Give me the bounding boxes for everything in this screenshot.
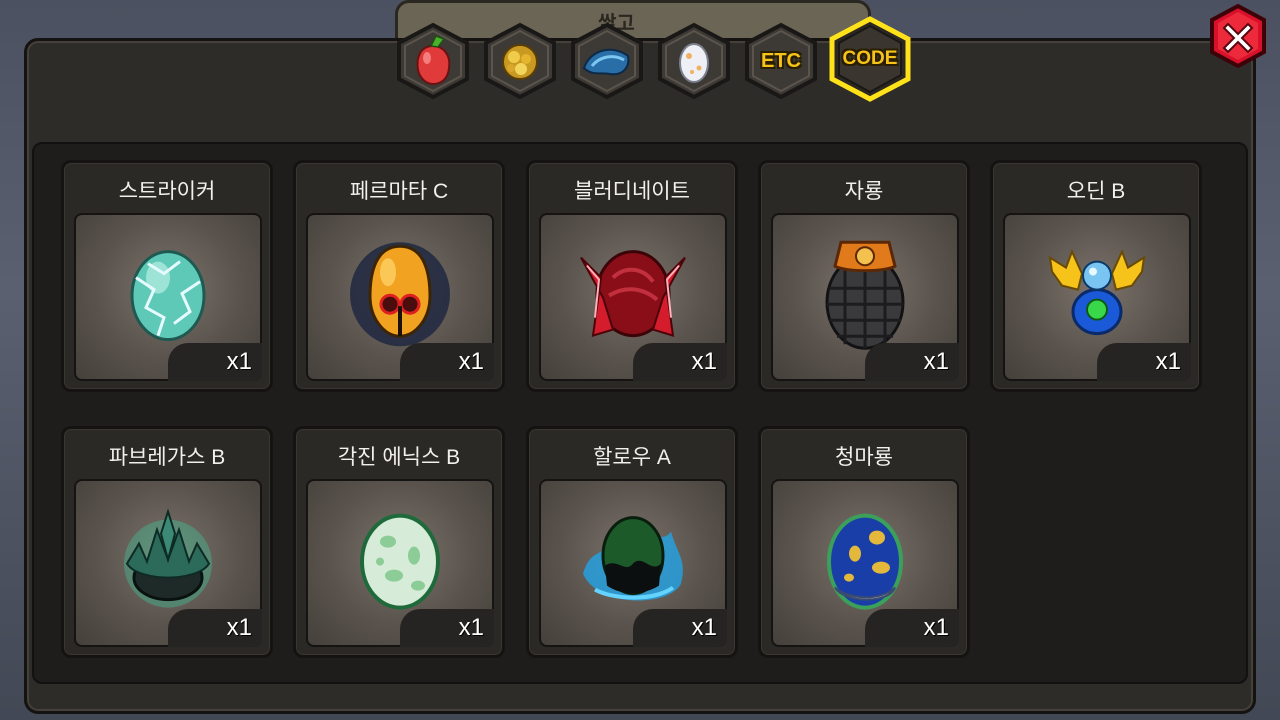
- item-quantity: x1: [226, 614, 252, 641]
- item-name: 각진 에닉스 B: [337, 446, 461, 469]
- close-button[interactable]: [1206, 3, 1270, 69]
- item-card[interactable]: 각진 에닉스 B x1: [293, 426, 505, 658]
- item-quantity: x1: [923, 348, 949, 375]
- item-card[interactable]: 청마룡 x1: [758, 426, 970, 658]
- ice-egg-icon: [130, 250, 206, 342]
- item-card[interactable]: 할로우 A x1: [526, 426, 738, 658]
- item-quantity: x1: [458, 348, 484, 375]
- category-tabs: ETC CODE: [394, 10, 914, 102]
- tab-code-label: CODE: [842, 48, 898, 69]
- item-name: 스트라이커: [118, 180, 216, 203]
- tab-etc[interactable]: ETC: [742, 22, 820, 100]
- item-card[interactable]: 블러디네이트 x1: [526, 160, 738, 392]
- item-quantity: x1: [226, 348, 252, 375]
- tab-fruit[interactable]: [394, 22, 472, 100]
- spotted-green-egg-icon: [360, 513, 440, 610]
- tab-ore[interactable]: [481, 22, 559, 100]
- item-card[interactable]: 자룡 x1: [758, 160, 970, 392]
- item-name: 오딘 B: [1066, 180, 1126, 203]
- item-name: 페르마타 C: [349, 180, 449, 203]
- close-icon: [1210, 3, 1266, 69]
- quantity-badge: x1: [400, 609, 494, 647]
- tab-code[interactable]: CODE: [827, 16, 913, 102]
- quantity-badge: x1: [400, 343, 494, 381]
- grenade-egg-icon: [825, 240, 905, 350]
- quantity-badge: x1: [1097, 343, 1191, 381]
- item-card[interactable]: 파브레가스 B x1: [61, 426, 273, 658]
- item-name: 파브레가스 B: [108, 446, 226, 469]
- golden-orb-egg-icon: [1048, 248, 1146, 336]
- item-card[interactable]: 오딘 B x1: [990, 160, 1202, 392]
- item-slot: x1: [771, 479, 959, 647]
- tab-etc-label: ETC: [761, 50, 801, 72]
- item-name: 블러디네이트: [574, 180, 690, 203]
- quantity-badge: x1: [168, 609, 262, 647]
- egg-icon: [679, 43, 709, 83]
- item-slot: x1: [74, 213, 262, 381]
- gold-ore-icon: [502, 44, 538, 80]
- item-slot: x1: [539, 479, 727, 647]
- item-name: 자룡: [844, 180, 884, 203]
- shadow-flame-egg-icon: [583, 516, 683, 601]
- item-quantity: x1: [923, 614, 949, 641]
- blue-dragon-egg-icon: [827, 513, 903, 610]
- red-crystal-egg-icon: [580, 250, 686, 338]
- quantity-badge: x1: [633, 609, 727, 647]
- spiked-green-egg-icon: [124, 508, 212, 608]
- item-quantity: x1: [691, 614, 717, 641]
- item-slot: x1: [306, 213, 494, 381]
- item-slot: x1: [1003, 213, 1191, 381]
- quantity-badge: x1: [633, 343, 727, 381]
- red-fruit-icon: [416, 35, 451, 86]
- item-slot: x1: [539, 213, 727, 381]
- item-slot: x1: [74, 479, 262, 647]
- item-quantity: x1: [1155, 348, 1181, 375]
- blue-scale-icon: [582, 48, 630, 76]
- quantity-badge: x1: [168, 343, 262, 381]
- item-card[interactable]: 스트라이커 x1: [61, 160, 273, 392]
- tab-egg[interactable]: [655, 22, 733, 100]
- quantity-badge: x1: [865, 343, 959, 381]
- bell-egg-icon: [350, 242, 450, 347]
- item-name: 청마룡: [835, 446, 893, 469]
- item-slot: x1: [771, 213, 959, 381]
- quantity-badge: x1: [865, 609, 959, 647]
- tab-scale[interactable]: [568, 22, 646, 100]
- item-quantity: x1: [691, 348, 717, 375]
- item-quantity: x1: [458, 614, 484, 641]
- item-name: 할로우 A: [593, 446, 671, 469]
- item-card[interactable]: 페르마타 C x1: [293, 160, 505, 392]
- item-slot: x1: [306, 479, 494, 647]
